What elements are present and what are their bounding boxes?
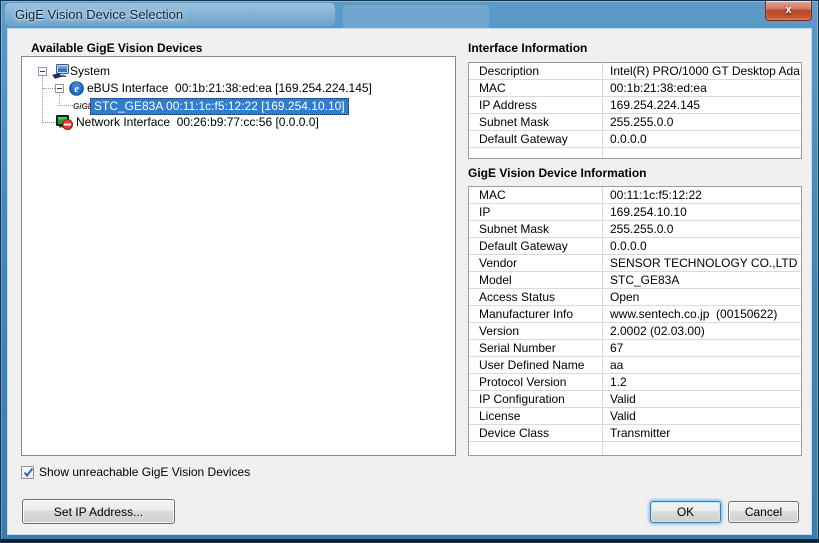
interface-info-heading: Interface Information: [468, 41, 587, 55]
client-area: Available GigE Vision Devices System eeBU…: [8, 29, 811, 534]
info-key: Model: [469, 272, 602, 288]
set-ip-button[interactable]: Set IP Address...: [22, 499, 175, 524]
info-key: Default Gateway: [469, 238, 602, 254]
info-row: Serial Number67: [469, 340, 801, 357]
info-key: IP Configuration: [469, 391, 602, 407]
info-value: 67: [602, 340, 801, 356]
info-value: 255.255.0.0: [602, 114, 801, 130]
interface-info-table: DescriptionIntel(R) PRO/1000 GT Desktop …: [468, 62, 802, 159]
tree-item-label[interactable]: STC_GE83A 00:11:1c:f5:12:22 [169.254.10.…: [90, 98, 349, 115]
tree-expander-minus[interactable]: [55, 84, 64, 93]
checkmark-icon: [22, 466, 35, 479]
info-value: Open: [602, 289, 801, 305]
info-key: MAC: [469, 80, 602, 96]
titlebar-glass-reflection: [343, 5, 489, 29]
checkbox-box[interactable]: [21, 466, 34, 479]
info-value: 2.0002 (02.03.00): [602, 323, 801, 339]
network-blocked-icon: [56, 115, 73, 133]
info-row: VendorSENSOR TECHNOLOGY CO.,LTD: [469, 255, 801, 272]
titlebar[interactable]: GigE Vision Device Selection x: [1, 1, 818, 29]
checkbox-label: Show unreachable GigE Vision Devices: [39, 465, 250, 479]
info-key: Access Status: [469, 289, 602, 305]
info-value: 00:11:1c:f5:12:22: [602, 187, 801, 203]
info-row: Default Gateway0.0.0.0: [469, 131, 801, 148]
tree-item[interactable]: GiGE=STC_GE83A 00:11:1c:f5:12:22 [169.25…: [22, 97, 455, 114]
info-row: Manufacturer Infowww.sentech.co.jp (0015…: [469, 306, 801, 323]
info-key: Description: [469, 63, 602, 79]
info-value: aa: [602, 357, 801, 373]
info-key: Serial Number: [469, 340, 602, 356]
info-key: MAC: [469, 187, 602, 203]
show-unreachable-checkbox[interactable]: Show unreachable GigE Vision Devices: [21, 464, 250, 480]
tree-item-label[interactable]: eBUS Interface 00:1b:21:38:ed:ea [169.25…: [84, 81, 375, 96]
info-value: Transmitter: [602, 425, 801, 441]
info-value: Intel(R) PRO/1000 GT Desktop Ada...: [602, 63, 801, 79]
info-value: Valid: [602, 408, 801, 424]
info-key: Vendor: [469, 255, 602, 271]
svg-text:e: e: [74, 84, 79, 95]
info-key: Subnet Mask: [469, 221, 602, 237]
info-key: Protocol Version: [469, 374, 602, 390]
info-value: 1.2: [602, 374, 801, 390]
info-key: Device Class: [469, 425, 602, 441]
info-value: SENSOR TECHNOLOGY CO.,LTD: [602, 255, 801, 271]
info-key: License: [469, 408, 602, 424]
info-key: IP Address: [469, 97, 602, 113]
tree-item[interactable]: System: [22, 63, 455, 80]
info-value: Valid: [602, 391, 801, 407]
info-key: IP: [469, 204, 602, 220]
info-value: STC_GE83A: [602, 272, 801, 288]
dialog-window: GigE Vision Device Selection x Available…: [0, 0, 819, 543]
info-row: ModelSTC_GE83A: [469, 272, 801, 289]
dialog-title: GigE Vision Device Selection: [15, 7, 183, 22]
info-row: Access StatusOpen: [469, 289, 801, 306]
info-row: IP ConfigurationValid: [469, 391, 801, 408]
info-key: Manufacturer Info: [469, 306, 602, 322]
ok-button[interactable]: OK: [650, 501, 721, 523]
info-row: IP169.254.10.10: [469, 204, 801, 221]
tree-item-label[interactable]: Network Interface 00:26:b9:77:cc:56 [0.0…: [73, 115, 322, 130]
info-row: Protocol Version1.2: [469, 374, 801, 391]
device-info-heading: GigE Vision Device Information: [468, 166, 646, 180]
close-icon: x: [785, 4, 791, 16]
available-devices-heading: Available GigE Vision Devices: [31, 41, 202, 55]
device-tree[interactable]: System e eBUS Interface 00:1b:21:38:ed:ea …: [21, 56, 456, 456]
info-key: Version: [469, 323, 602, 339]
tree-item-label[interactable]: System: [67, 64, 113, 79]
info-row: MAC00:1b:21:38:ed:ea: [469, 80, 801, 97]
info-key: Subnet Mask: [469, 114, 602, 130]
info-value: 169.254.10.10: [602, 204, 801, 220]
info-value: 0.0.0.0: [602, 131, 801, 147]
info-key: Default Gateway: [469, 131, 602, 147]
info-row: MAC00:11:1c:f5:12:22: [469, 187, 801, 204]
info-key: User Defined Name: [469, 357, 602, 373]
info-value: www.sentech.co.jp (00150622): [602, 306, 801, 322]
info-row: Version2.0002 (02.03.00): [469, 323, 801, 340]
info-row: Subnet Mask255.255.0.0: [469, 114, 801, 131]
info-row: DescriptionIntel(R) PRO/1000 GT Desktop …: [469, 63, 801, 80]
device-info-table: MAC00:11:1c:f5:12:22IP169.254.10.10Subne…: [468, 186, 802, 456]
info-value: 00:1b:21:38:ed:ea: [602, 80, 801, 96]
info-row: LicenseValid: [469, 408, 801, 425]
info-row: IP Address169.254.224.145: [469, 97, 801, 114]
info-row: Device ClassTransmitter: [469, 425, 801, 442]
tree-item[interactable]: e eBUS Interface 00:1b:21:38:ed:ea [169.2…: [22, 80, 455, 97]
info-row: Default Gateway0.0.0.0: [469, 238, 801, 255]
cancel-button[interactable]: Cancel: [728, 501, 799, 523]
close-button[interactable]: x: [765, 1, 812, 21]
tree-expander-minus[interactable]: [38, 67, 47, 76]
info-value: 255.255.0.0: [602, 221, 801, 237]
info-row: Subnet Mask255.255.0.0: [469, 221, 801, 238]
info-row: User Defined Nameaa: [469, 357, 801, 374]
info-value: 0.0.0.0: [602, 238, 801, 254]
info-value: 169.254.224.145: [602, 97, 801, 113]
tree-item[interactable]: Network Interface 00:26:b9:77:cc:56 [0.0…: [22, 114, 455, 131]
